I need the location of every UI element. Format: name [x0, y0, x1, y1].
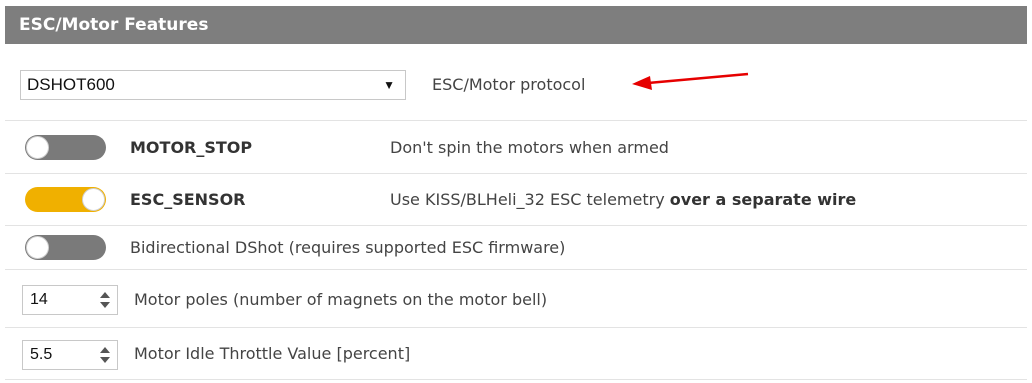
toggle-knob	[26, 136, 49, 159]
feature-description-bidirectional-dshot: Bidirectional DShot (requires supported …	[130, 238, 566, 257]
idle-throttle-input[interactable]: 5.5	[22, 340, 118, 370]
motor-poles-value: 14	[30, 291, 48, 308]
esc-motor-features-panel: ESC/Motor Features DSHOT600 ▼ ESC/Motor …	[0, 0, 1032, 383]
spinner-arrows-icon[interactable]	[99, 290, 111, 310]
motor-poles-input[interactable]: 14	[22, 285, 118, 315]
feature-name-esc-sensor: ESC_SENSOR	[130, 190, 246, 209]
chevron-down-icon: ▼	[383, 78, 395, 92]
esc-sensor-toggle[interactable]	[25, 187, 106, 212]
red-arrow-annotation-icon	[632, 72, 749, 90]
panel-header: ESC/Motor Features	[5, 6, 1027, 44]
protocol-label: ESC/Motor protocol	[432, 75, 586, 94]
protocol-select[interactable]: DSHOT600 ▼	[20, 70, 406, 100]
feature-description-motor-stop: Don't spin the motors when armed	[390, 138, 669, 157]
motor-stop-toggle[interactable]	[25, 135, 106, 160]
toggle-knob	[82, 188, 105, 211]
toggle-knob	[26, 236, 49, 259]
motor-poles-label: Motor poles (number of magnets on the mo…	[134, 290, 548, 309]
protocol-selected-value: DSHOT600	[27, 75, 115, 94]
description-text: Use KISS/BLHeli_32 ESC telemetry	[390, 190, 670, 209]
bidirectional-dshot-toggle[interactable]	[25, 235, 106, 260]
spinner-arrows-icon[interactable]	[99, 345, 111, 365]
description-bold-text: over a separate wire	[669, 190, 857, 209]
idle-throttle-label: Motor Idle Throttle Value [percent]	[134, 344, 411, 363]
feature-name-motor-stop: MOTOR_STOP	[130, 138, 253, 157]
idle-throttle-value: 5.5	[30, 346, 53, 363]
feature-description-esc-sensor: Use KISS/BLHeli_32 ESC telemetry over a …	[390, 190, 856, 209]
